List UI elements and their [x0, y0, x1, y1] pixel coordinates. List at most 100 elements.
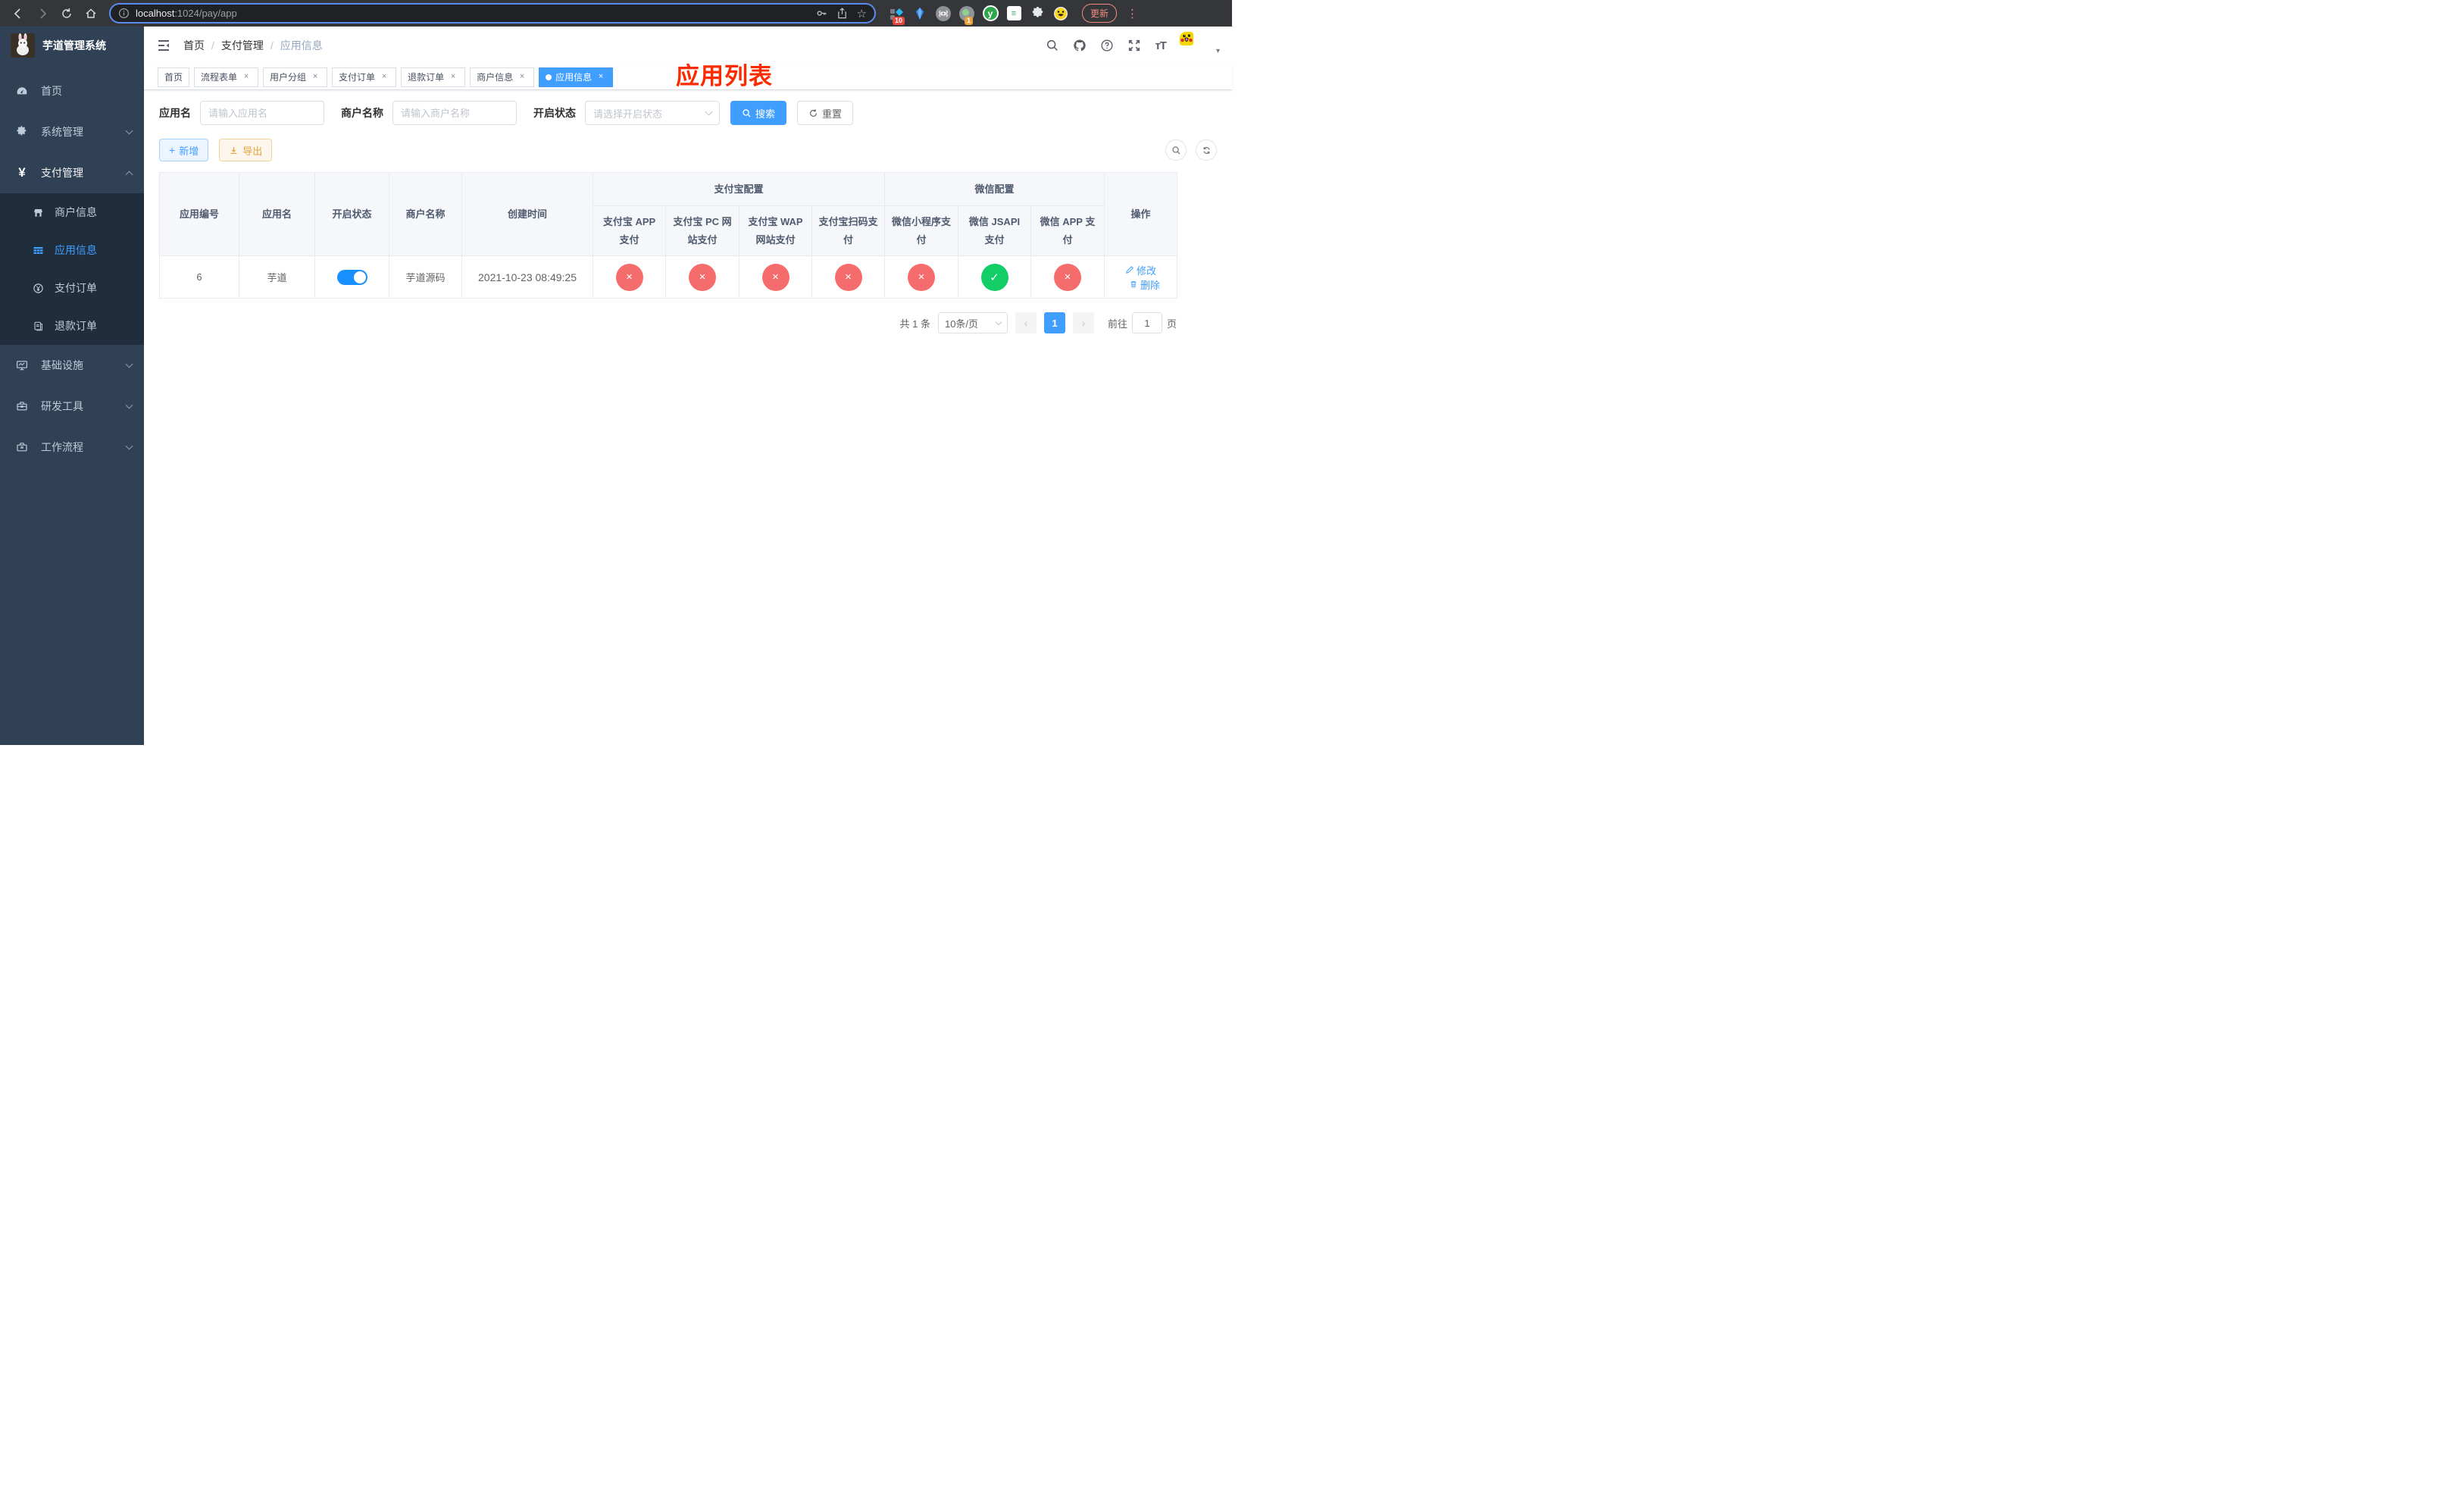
- close-icon[interactable]: ×: [241, 72, 252, 83]
- briefcase-icon: [15, 440, 29, 454]
- toggle-search-button[interactable]: [1165, 139, 1187, 161]
- merchant-name-input[interactable]: [392, 101, 517, 125]
- chevron-up-icon: [125, 171, 133, 178]
- app-name-input[interactable]: [200, 101, 324, 125]
- app-title: 芋道管理系统: [42, 39, 106, 52]
- chevron-down-icon: [125, 127, 133, 135]
- navbar-actions: ᴛT ▾: [1046, 32, 1220, 59]
- sidebar-item-system[interactable]: 系统管理: [0, 111, 144, 152]
- font-size-icon[interactable]: ᴛT: [1155, 39, 1166, 52]
- collapse-sidebar-button[interactable]: [156, 38, 171, 53]
- tab-home[interactable]: 首页: [158, 67, 190, 87]
- status-select[interactable]: 请选择开启状态: [585, 101, 720, 125]
- sidebar: 芋道管理系统 首页 系统管理 ¥ 支付管理 商户信息 应用信息 支付订单 退款订…: [0, 27, 144, 745]
- dashboard-icon: [15, 84, 29, 98]
- extension-y-icon[interactable]: y: [982, 5, 999, 22]
- help-icon[interactable]: [1100, 39, 1114, 52]
- yen-icon: ¥: [18, 165, 26, 180]
- extension-recorder-icon[interactable]: 1: [958, 5, 975, 25]
- close-icon[interactable]: ×: [310, 72, 321, 83]
- tab-pay-orders[interactable]: 支付订单 ×: [332, 67, 397, 87]
- address-bar[interactable]: localhost:1024/pay/app ☆: [109, 3, 876, 23]
- tab-user-group[interactable]: 用户分组 ×: [263, 67, 328, 87]
- edit-link[interactable]: 修改: [1125, 263, 1156, 277]
- top-navbar: 首页 / 支付管理 / 应用信息 ᴛT ▾ 应用列表: [144, 27, 1232, 89]
- sidebar-item-merchant-info[interactable]: 商户信息: [0, 193, 144, 231]
- close-icon[interactable]: ×: [596, 72, 606, 83]
- search-icon[interactable]: [1046, 39, 1059, 52]
- tab-app-info[interactable]: 应用信息 ×: [539, 67, 614, 87]
- next-page-button[interactable]: ›: [1072, 312, 1094, 333]
- alipay-pc-status-icon: ×: [689, 263, 716, 291]
- extension-badge-2: 1: [965, 16, 974, 25]
- page-1-button[interactable]: 1: [1043, 312, 1065, 333]
- search-button[interactable]: 搜索: [730, 101, 787, 125]
- sidebar-item-refund-orders[interactable]: 退款订单: [0, 307, 144, 345]
- delete-link[interactable]: 删除: [1129, 277, 1160, 292]
- tab-merchant-info[interactable]: 商户信息 ×: [470, 67, 535, 87]
- browser-forward-button[interactable]: [32, 3, 53, 24]
- github-icon[interactable]: [1073, 39, 1087, 52]
- extension-notes-icon[interactable]: ≡: [1005, 5, 1022, 22]
- browser-reload-button[interactable]: [56, 3, 77, 24]
- browser-home-button[interactable]: [80, 3, 102, 24]
- alipay-wap-status-icon: ×: [761, 263, 790, 291]
- command-icon: [939, 10, 948, 17]
- password-key-icon[interactable]: [816, 8, 827, 19]
- alipay-app-status-icon: ×: [615, 263, 643, 291]
- browser-update-button[interactable]: 更新: [1082, 4, 1118, 23]
- tab-process-form[interactable]: 流程表单 ×: [194, 67, 259, 87]
- pagination: 共 1 条 10条/页 ‹ 1 › 前往 页: [159, 312, 1177, 333]
- col-alipay-wap: 支付宝 WAP 网站支付: [739, 205, 812, 256]
- sidebar-item-pay-orders[interactable]: 支付订单: [0, 269, 144, 307]
- share-icon[interactable]: [836, 8, 848, 19]
- extension-emoji-icon[interactable]: [1052, 5, 1069, 22]
- sidebar-item-workflow[interactable]: 工作流程: [0, 427, 144, 468]
- wechat-mini-status-icon: ×: [908, 263, 936, 291]
- sidebar-item-infrastructure[interactable]: 基础设施: [0, 345, 144, 386]
- cell-status: [314, 255, 389, 299]
- toolbox-icon: [15, 399, 29, 413]
- sidebar-item-home[interactable]: 首页: [0, 70, 144, 111]
- url-text[interactable]: localhost:1024/pay/app: [136, 8, 810, 19]
- extension-gem-icon[interactable]: [911, 5, 928, 22]
- wechat-app-status-icon: ×: [1054, 263, 1082, 291]
- prev-page-button[interactable]: ‹: [1015, 312, 1037, 333]
- page-size-select[interactable]: 10条/页: [937, 312, 1008, 333]
- sidebar-item-payment[interactable]: ¥ 支付管理: [0, 152, 144, 193]
- active-dot: [546, 74, 552, 80]
- trash-icon: [1130, 280, 1137, 288]
- close-icon[interactable]: ×: [379, 72, 389, 83]
- browser-back-button[interactable]: [8, 3, 29, 24]
- goto-suffix: 页: [1166, 318, 1177, 330]
- cell-created: 2021-10-23 08:49:25: [461, 255, 593, 299]
- browser-toolbar: localhost:1024/pay/app ☆ 10 1 y ≡ 更新 ⋮: [0, 0, 1232, 27]
- close-icon[interactable]: ×: [517, 72, 527, 83]
- user-avatar[interactable]: [1179, 32, 1207, 59]
- add-button[interactable]: + 新增: [159, 139, 209, 161]
- extension-grid-icon[interactable]: 10: [888, 5, 905, 25]
- site-info-icon[interactable]: [118, 8, 130, 19]
- extensions-puzzle-button[interactable]: [1029, 5, 1046, 22]
- goto-page-input[interactable]: [1131, 312, 1162, 333]
- col-wechat-mini: 微信小程序支付: [884, 205, 959, 256]
- close-icon[interactable]: ×: [448, 72, 458, 83]
- export-button[interactable]: 导出: [219, 139, 273, 161]
- sidebar-item-devtools[interactable]: 研发工具: [0, 386, 144, 427]
- filter-form: 应用名 商户名称 开启状态 请选择开启状态 搜索 重置: [159, 101, 1217, 125]
- refresh-icon: [810, 108, 818, 117]
- extension-command-icon[interactable]: [935, 5, 952, 22]
- fullscreen-icon[interactable]: [1127, 39, 1141, 52]
- avatar-caret-icon[interactable]: ▾: [1216, 47, 1220, 55]
- refresh-table-button[interactable]: [1196, 139, 1217, 161]
- bookmark-star-icon[interactable]: ☆: [857, 7, 867, 20]
- status-toggle[interactable]: [336, 269, 367, 285]
- reset-button[interactable]: 重置: [797, 101, 854, 125]
- notes-icon: ≡: [1006, 6, 1021, 20]
- breadcrumb-payment[interactable]: 支付管理: [221, 38, 264, 53]
- sidebar-logo[interactable]: 芋道管理系统: [0, 27, 144, 64]
- breadcrumb-home[interactable]: 首页: [183, 38, 205, 53]
- tab-refund-orders[interactable]: 退款订单 ×: [401, 67, 466, 87]
- browser-menu-button[interactable]: ⋮: [1127, 7, 1138, 20]
- sidebar-item-app-info[interactable]: 应用信息: [0, 231, 144, 269]
